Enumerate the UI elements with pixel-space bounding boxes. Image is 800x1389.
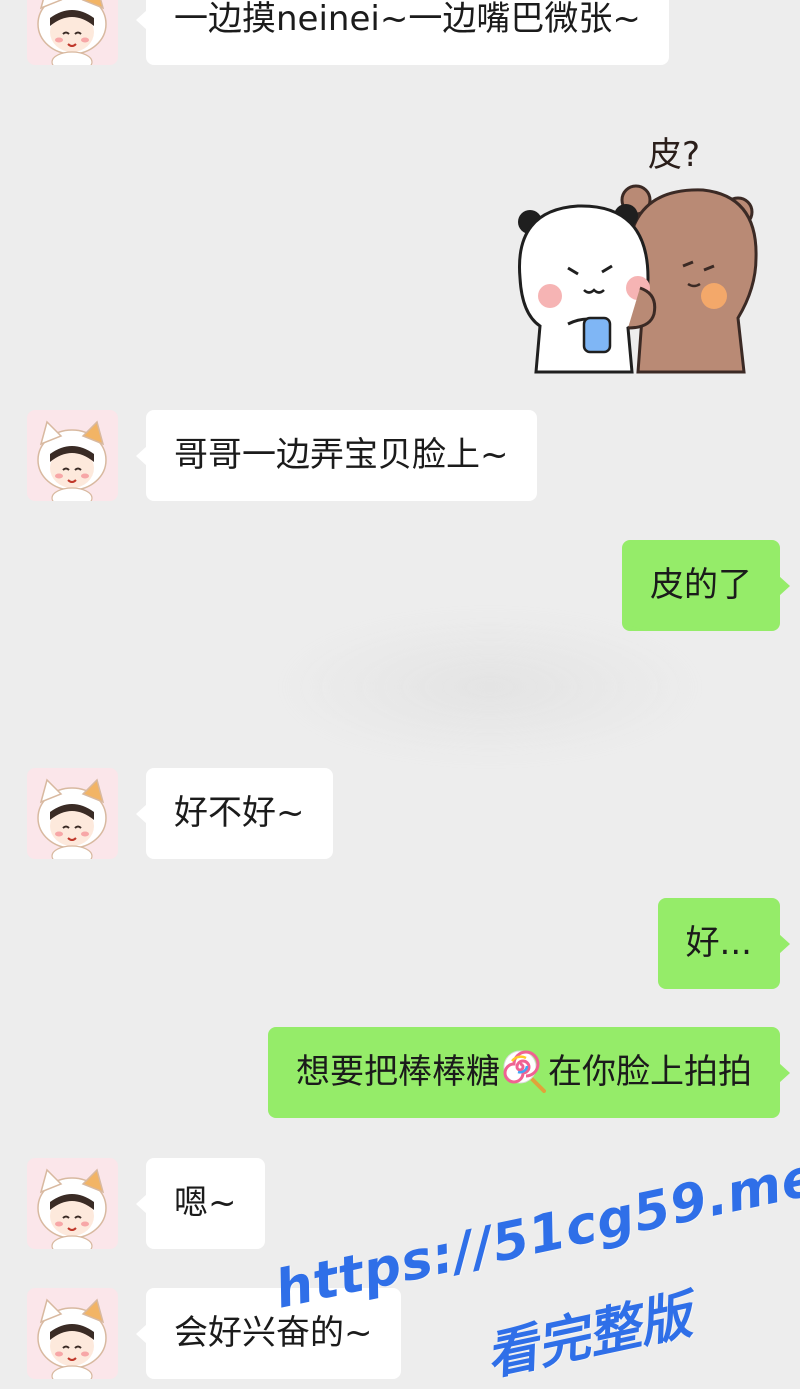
message-text: 会好兴奋的~ xyxy=(174,1313,373,1353)
message-bubble-outgoing[interactable]: 好... xyxy=(657,898,791,989)
message-text: 好不好~ xyxy=(174,793,305,833)
cat-hood-girl-icon xyxy=(37,778,107,859)
message-text: 哥哥一边弄宝贝脸上~ xyxy=(174,435,509,475)
message-bubble-incoming[interactable]: 好不好~ xyxy=(136,768,333,859)
sticker-caption: 皮? xyxy=(648,135,700,175)
message-text-before: 想要把棒棒糖 xyxy=(296,1052,500,1092)
lollipop-emoji-icon xyxy=(503,1050,546,1093)
message-bubble-outgoing[interactable]: 想要把棒棒糖 在你脸上拍拍 xyxy=(268,1027,790,1118)
message-bubble-incoming[interactable]: 嗯~ xyxy=(136,1158,265,1249)
message-text-after: 在你脸上拍拍 xyxy=(548,1052,752,1092)
chat-area[interactable]: 一边摸neinei~一边嘴巴微张~ 皮? 哥哥一边弄宝贝脸上~ 皮的了 好不好~… xyxy=(0,0,800,1387)
contact-avatar[interactable] xyxy=(27,768,118,859)
cat-hood-girl-icon xyxy=(37,420,107,501)
cat-hood-girl-icon xyxy=(37,1298,107,1379)
watermark-subtitle: 看完整版 xyxy=(480,1285,697,1388)
message-text: 皮的了 xyxy=(650,565,752,605)
contact-avatar[interactable] xyxy=(27,1288,118,1379)
watermark-url: https://51cg59.me xyxy=(270,1147,800,1321)
message-bubble-incoming[interactable]: 一边摸neinei~一边嘴巴微张~ xyxy=(136,0,669,65)
message-bubble-incoming[interactable]: 哥哥一边弄宝贝脸上~ xyxy=(136,410,537,501)
contact-avatar[interactable] xyxy=(27,410,118,501)
panda-and-bear-sticker-icon: 皮? xyxy=(517,135,758,374)
sticker-message[interactable]: 皮? xyxy=(508,118,770,378)
cat-hood-girl-icon xyxy=(37,0,107,65)
blurred-area xyxy=(280,612,700,762)
contact-avatar[interactable] xyxy=(27,0,118,65)
message-text: 嗯~ xyxy=(174,1183,237,1223)
cat-hood-girl-icon xyxy=(37,1168,107,1249)
contact-avatar[interactable] xyxy=(27,1158,118,1249)
message-text: 一边摸neinei~一边嘴巴微张~ xyxy=(174,0,641,39)
message-text: 好... xyxy=(685,923,752,963)
